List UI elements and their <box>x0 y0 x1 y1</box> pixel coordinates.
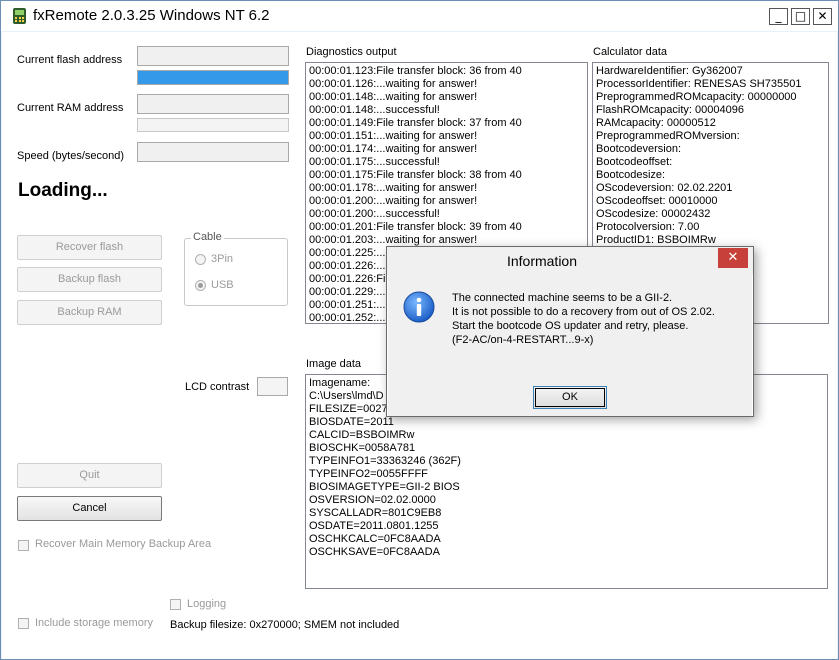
diagnostics-line: 00:00:01.123:File transfer block: 36 fro… <box>309 65 522 77</box>
calculator-data-line: ProcessorIdentifier: RENESAS SH735501 <box>596 78 802 90</box>
include-storage-label: Include storage memory <box>35 617 153 629</box>
minimize-button[interactable]: _ <box>769 8 788 25</box>
calculator-data-line: Bootcodesize: <box>596 169 666 181</box>
diagnostics-line: 00:00:01.149:File transfer block: 37 fro… <box>309 117 522 129</box>
quit-button[interactable]: Quit <box>17 463 162 488</box>
diagnostics-line: 00:00:01.148:...successful! <box>309 104 440 116</box>
diagnostics-line: 00:00:01.201:File transfer block: 39 fro… <box>309 221 522 233</box>
image-data-line: BIOSIMAGETYPE=GII-2 BIOS <box>309 481 460 493</box>
diagnostics-line: 00:00:01.175:File transfer block: 38 fro… <box>309 169 522 181</box>
flash-address-field <box>137 46 289 66</box>
cancel-button[interactable]: Cancel <box>17 496 162 521</box>
maximize-button[interactable]: □ <box>791 8 810 25</box>
dialog-message-line: (F2-AC/on-4-RESTART...9-x) <box>452 334 594 346</box>
image-data-line: BIOSDATE=2011 <box>309 416 394 428</box>
logging-label: Logging <box>187 598 227 610</box>
image-data-line: CALCID=BSBOIMRw <box>309 429 415 441</box>
ok-button[interactable]: OK <box>533 386 607 409</box>
dialog-message-line: It is not possible to do a recovery from… <box>452 306 715 318</box>
diagnostics-line: 00:00:01.200:...successful! <box>309 208 440 220</box>
info-icon <box>403 291 435 323</box>
calculator-data-line: HardwareIdentifier: Gy362007 <box>596 65 743 77</box>
diagnostics-line: 00:00:01.151:...waiting for answer! <box>309 130 478 142</box>
calculator-data-line: Bootcodeversion: <box>596 143 681 155</box>
diagnostics-line: 00:00:01.200:...waiting for answer! <box>309 195 478 207</box>
dialog-message: The connected machine seems to be a GII-… <box>452 291 715 347</box>
ram-progress-bar <box>137 118 289 132</box>
image-data-line: OSVERSION=02.02.0000 <box>309 494 436 506</box>
backup-flash-button[interactable]: Backup flash <box>17 267 162 292</box>
cable-usb-radio[interactable] <box>195 280 206 291</box>
calculator-data-line: OScodeoffset: 00010000 <box>596 195 718 207</box>
diagnostics-line: 00:00:01.174:...waiting for answer! <box>309 143 478 155</box>
lcd-contrast-input[interactable] <box>257 377 288 396</box>
dialog-message-line: Start the bootcode OS updater and retry,… <box>452 320 689 332</box>
cable-usb-label: USB <box>211 279 234 291</box>
image-data-line: TYPEINFO2=0055FFFF <box>309 468 428 480</box>
calculator-data-line: PreprogrammedROMversion: <box>596 130 740 142</box>
recover-flash-button[interactable]: Recover flash <box>17 235 162 260</box>
calculator-data-line: OScodesize: 00002432 <box>596 208 711 220</box>
window-title: fxRemote 2.0.3.25 Windows NT 6.2 <box>33 7 270 24</box>
calculator-data-line: OScodeversion: 02.02.2201 <box>596 182 733 194</box>
include-storage-checkbox[interactable] <box>18 618 29 629</box>
speed-label: Speed (bytes/second) <box>17 150 125 162</box>
close-button[interactable]: ✕ <box>813 8 832 25</box>
backup-ram-button[interactable]: Backup RAM <box>17 300 162 325</box>
calculator-data-line: PreprogrammedROMcapacity: 00000000 <box>596 91 797 103</box>
lcd-contrast-label: LCD contrast <box>185 381 250 393</box>
backup-filesize-status: Backup filesize: 0x270000; SMEM not incl… <box>170 619 400 631</box>
dialog-close-button[interactable]: ✕ <box>718 248 748 268</box>
ram-address-label: Current RAM address <box>17 102 124 114</box>
logging-checkbox[interactable] <box>170 599 181 610</box>
recover-main-memory-label: Recover Main Memory Backup Area <box>35 538 212 550</box>
status-loading-text: Loading... <box>18 180 108 201</box>
image-data-line: OSCHKSAVE=0FC8AADA <box>309 546 440 558</box>
cable-groupbox: Cable 3Pin USB <box>184 231 288 306</box>
calculator-data-line: RAMcapacity: 00000512 <box>596 117 716 129</box>
diagnostics-line: 00:00:01.148:...waiting for answer! <box>309 91 478 103</box>
ram-address-field <box>137 94 289 114</box>
dialog-message-line: The connected machine seems to be a GII-… <box>452 292 673 304</box>
image-data-line: BIOSCHK=0058A781 <box>309 442 416 454</box>
calculator-data-title: Calculator data <box>593 46 667 58</box>
flash-address-label: Current flash address <box>17 54 123 66</box>
cable-3pin-label: 3Pin <box>211 253 234 265</box>
flash-progress-bar <box>137 70 289 85</box>
image-data-line: OSDATE=2011.0801.1255 <box>309 520 439 532</box>
image-data-title: Image data <box>306 358 362 370</box>
recover-main-memory-checkbox[interactable] <box>18 540 29 551</box>
dialog-body: The connected machine seems to be a GII-… <box>388 275 752 416</box>
image-data-line: TYPEINFO1=33363246 (362F) <box>309 455 461 467</box>
diagnostics-line: 00:00:01.178:...waiting for answer! <box>309 182 478 194</box>
title-bar[interactable]: fxRemote 2.0.3.25 Windows NT 6.2 _ □ ✕ <box>1 1 838 31</box>
speed-field <box>137 142 289 162</box>
image-data-line: OSCHKCALC=0FC8AADA <box>309 533 441 545</box>
diagnostics-line: 00:00:01.175:...successful! <box>309 156 440 168</box>
flash-progress-fill <box>137 70 289 85</box>
information-dialog: Information ✕ The connected machine seem… <box>386 246 754 417</box>
diagnostics-title: Diagnostics output <box>306 46 397 58</box>
calculator-data-line: FlashROMcapacity: 00004096 <box>596 104 744 116</box>
main-window: fxRemote 2.0.3.25 Windows NT 6.2 _ □ ✕ C… <box>0 0 839 660</box>
image-data-line: SYSCALLADR=801C9EB8 <box>309 507 442 519</box>
cable-3pin-radio[interactable] <box>195 254 206 265</box>
calculator-data-line: Protocolversion: 7.00 <box>596 221 700 233</box>
diagnostics-line: 00:00:01.126:...waiting for answer! <box>309 78 478 90</box>
dialog-title: Information <box>506 253 578 269</box>
dialog-title-bar[interactable]: Information ✕ <box>387 247 753 275</box>
cable-group-label: Cable <box>191 231 224 243</box>
calculator-data-line: Bootcodeoffset: <box>596 156 673 168</box>
app-icon <box>13 8 26 24</box>
